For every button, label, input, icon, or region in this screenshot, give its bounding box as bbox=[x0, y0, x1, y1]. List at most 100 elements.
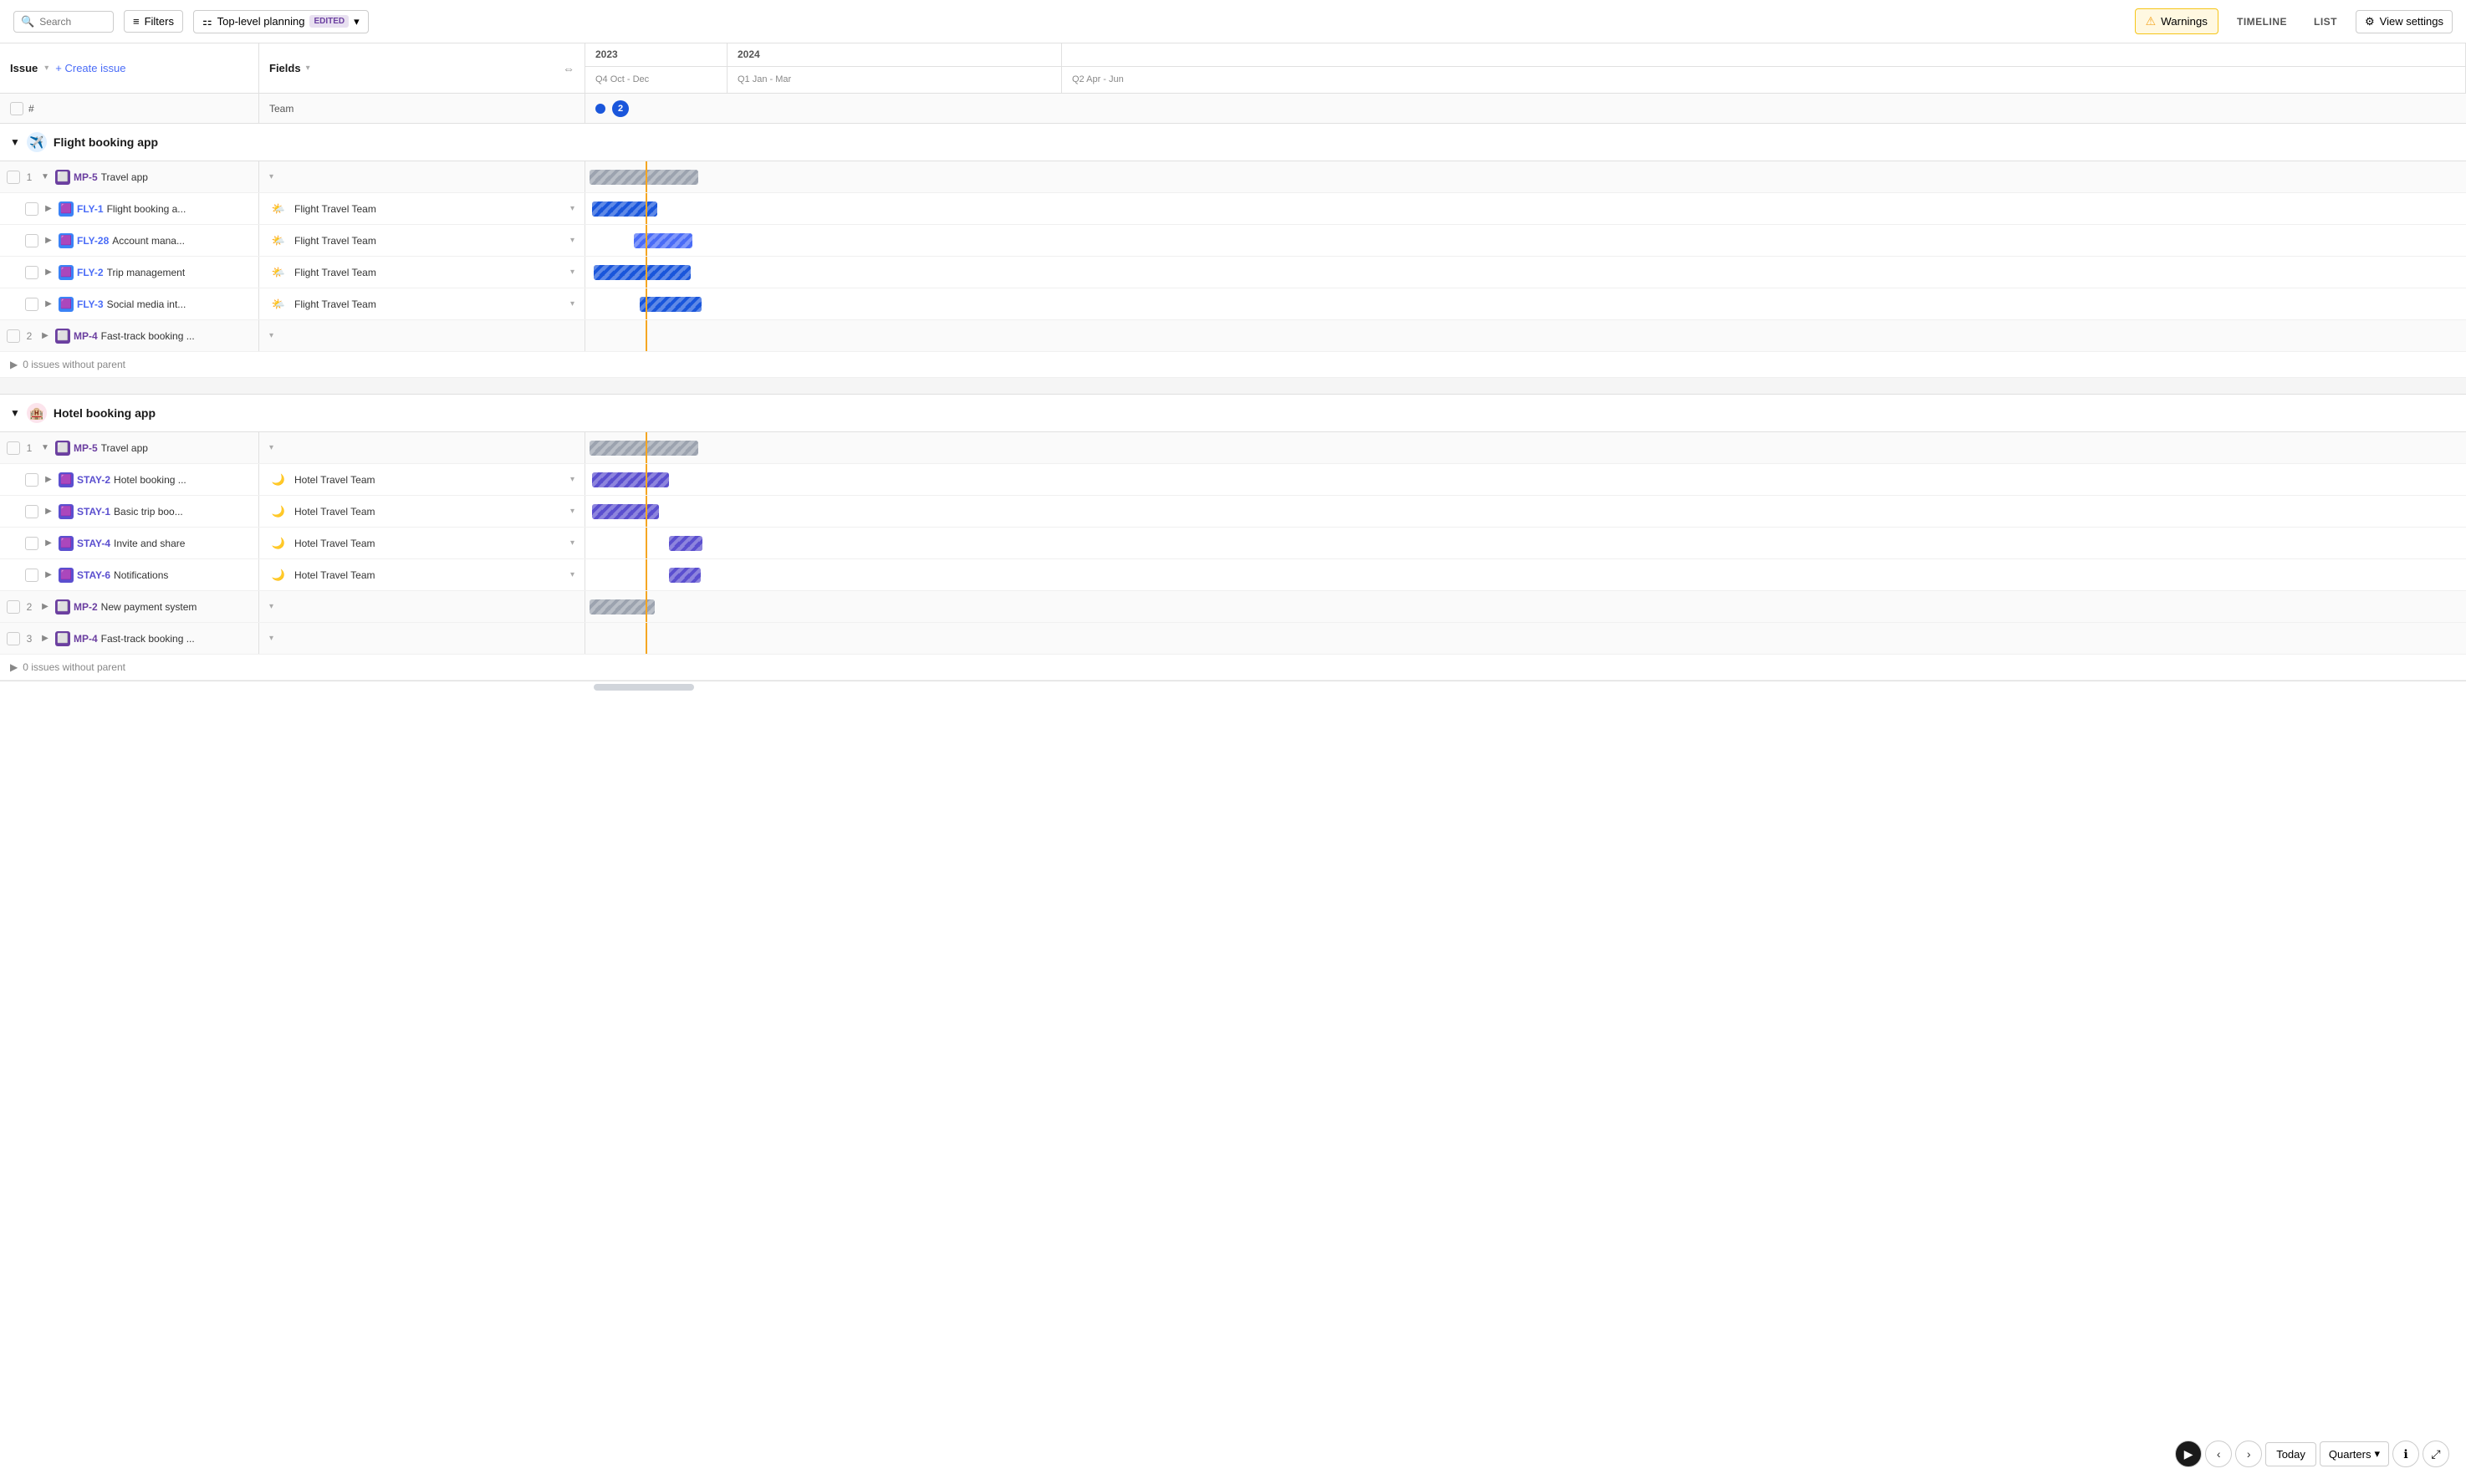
issue-key[interactable]: FLY-28 bbox=[77, 235, 109, 247]
timeline-cell bbox=[585, 432, 2466, 463]
gantt-bar[interactable] bbox=[634, 233, 692, 248]
dropdown-icon[interactable]: ▾ bbox=[570, 204, 574, 213]
expand-icon[interactable]: ▶ bbox=[42, 569, 55, 582]
gantt-bar[interactable] bbox=[592, 201, 657, 217]
dropdown-icon[interactable]: ▾ bbox=[570, 299, 574, 309]
search-input[interactable] bbox=[39, 16, 106, 28]
dropdown-icon[interactable]: ▾ bbox=[570, 507, 574, 516]
expand-icon[interactable]: ▼ bbox=[38, 441, 52, 455]
gantt-bar[interactable] bbox=[590, 599, 655, 615]
row-checkbox[interactable] bbox=[7, 600, 20, 614]
row-checkbox[interactable] bbox=[25, 202, 38, 216]
search-box[interactable]: 🔍 bbox=[13, 11, 114, 33]
expand-icon[interactable]: ▶ bbox=[38, 600, 52, 614]
no-parent-row[interactable]: ▶ 0 issues without parent bbox=[0, 352, 2466, 378]
table-row: ▶ 🟪 STAY-4 Invite and share 🌙 Hotel Trav… bbox=[0, 528, 2466, 559]
issue-key[interactable]: FLY-3 bbox=[77, 298, 104, 310]
create-issue-button[interactable]: + Create issue bbox=[55, 62, 125, 74]
gantt-bar[interactable] bbox=[590, 170, 698, 185]
dropdown-icon[interactable]: ▾ bbox=[570, 268, 574, 277]
row-checkbox[interactable] bbox=[25, 234, 38, 247]
row-checkbox[interactable] bbox=[25, 473, 38, 487]
nav-prev-prev-button[interactable]: ▶ bbox=[2175, 1441, 2202, 1467]
collapse-icon[interactable]: ▼ bbox=[10, 136, 20, 148]
no-parent-row[interactable]: ▶ 0 issues without parent bbox=[0, 655, 2466, 681]
row-number: 2 bbox=[23, 601, 35, 613]
issue-key[interactable]: FLY-1 bbox=[77, 203, 104, 215]
tab-timeline[interactable]: TIMELINE bbox=[2229, 11, 2295, 33]
expand-icon[interactable]: ▶ bbox=[42, 473, 55, 487]
row-checkbox[interactable] bbox=[25, 569, 38, 582]
dropdown-icon[interactable]: ▾ bbox=[269, 443, 273, 452]
expand-icon[interactable]: ▶ bbox=[42, 202, 55, 216]
expand-icon[interactable]: ▶ bbox=[42, 537, 55, 550]
dropdown-icon[interactable]: ▾ bbox=[570, 538, 574, 548]
dropdown-icon[interactable]: ▾ bbox=[269, 634, 273, 643]
issue-key[interactable]: STAY-4 bbox=[77, 538, 110, 549]
warnings-button[interactable]: ⚠ Warnings bbox=[2135, 8, 2218, 34]
dropdown-icon[interactable]: ▾ bbox=[269, 602, 273, 611]
expand-icon[interactable]: ▶ bbox=[38, 329, 52, 343]
issue-key[interactable]: MP-2 bbox=[74, 601, 98, 613]
issue-key[interactable]: MP-4 bbox=[74, 330, 98, 342]
group-flight-booking[interactable]: ▼ ✈️ Flight booking app bbox=[0, 124, 2466, 161]
info-button[interactable]: ℹ bbox=[2392, 1441, 2419, 1467]
issue-cell: ▶ 🟪 FLY-2 Trip management bbox=[0, 257, 259, 288]
quarters-button[interactable]: Quarters ▾ bbox=[2320, 1441, 2389, 1466]
expand-icon[interactable]: ▶ bbox=[42, 505, 55, 518]
group-hotel-booking[interactable]: ▼ 🏨 Hotel booking app bbox=[0, 395, 2466, 432]
resize-icon[interactable]: ⇔ bbox=[563, 62, 574, 75]
issue-key[interactable]: STAY-6 bbox=[77, 569, 110, 581]
dropdown-icon[interactable]: ▾ bbox=[570, 570, 574, 579]
subheader-timeline: 2 bbox=[585, 94, 2466, 123]
issue-key[interactable]: FLY-2 bbox=[77, 267, 104, 278]
row-checkbox[interactable] bbox=[7, 329, 20, 343]
gantt-bar[interactable] bbox=[669, 568, 701, 583]
expand-icon[interactable]: ▶ bbox=[42, 298, 55, 311]
gantt-bar[interactable] bbox=[592, 472, 669, 487]
gantt-bar[interactable] bbox=[669, 536, 702, 551]
nav-next-button[interactable]: › bbox=[2235, 1441, 2262, 1467]
row-checkbox[interactable] bbox=[7, 632, 20, 645]
row-checkbox[interactable] bbox=[25, 266, 38, 279]
issue-key[interactable]: MP-5 bbox=[74, 171, 98, 183]
table-row: 1 ▼ ⬜ MP-5 Travel app ▾ bbox=[0, 432, 2466, 464]
expand-icon[interactable]: ▶ bbox=[42, 266, 55, 279]
row-checkbox[interactable] bbox=[25, 537, 38, 550]
dropdown-icon[interactable]: ▾ bbox=[269, 172, 273, 181]
timeline-cell bbox=[585, 193, 2466, 224]
dropdown-icon[interactable]: ▾ bbox=[570, 236, 574, 245]
nav-prev-button[interactable]: ‹ bbox=[2205, 1441, 2232, 1467]
issue-key[interactable]: MP-5 bbox=[74, 442, 98, 454]
row-checkbox[interactable] bbox=[25, 505, 38, 518]
expand-icon[interactable]: ▼ bbox=[38, 171, 52, 184]
issue-title: Invite and share bbox=[114, 538, 185, 549]
expand-icon[interactable]: ▶ bbox=[42, 234, 55, 247]
filters-button[interactable]: ≡ Filters bbox=[124, 10, 183, 33]
dropdown-icon[interactable]: ▾ bbox=[269, 331, 273, 340]
issue-cell: ▶ 🟪 STAY-1 Basic trip boo... bbox=[0, 496, 259, 527]
today-button[interactable]: Today bbox=[2265, 1442, 2316, 1466]
row-checkbox[interactable] bbox=[25, 298, 38, 311]
tab-list[interactable]: LIST bbox=[2305, 11, 2346, 33]
gantt-area bbox=[585, 193, 2466, 224]
search-icon: 🔍 bbox=[21, 15, 34, 28]
collapse-icon[interactable]: ▼ bbox=[10, 407, 20, 419]
gantt-bar[interactable] bbox=[592, 504, 659, 519]
issue-key[interactable]: STAY-1 bbox=[77, 506, 110, 518]
dropdown-icon[interactable]: ▾ bbox=[570, 475, 574, 484]
gantt-bar[interactable] bbox=[594, 265, 691, 280]
gantt-bar[interactable] bbox=[640, 297, 702, 312]
expand-all-button[interactable]: ⤢ bbox=[2423, 1441, 2449, 1467]
gantt-bar[interactable] bbox=[590, 441, 698, 456]
epic-icon: ⬜ bbox=[55, 441, 70, 456]
select-all-checkbox[interactable] bbox=[10, 102, 23, 115]
issue-key[interactable]: STAY-2 bbox=[77, 474, 110, 486]
expand-icon[interactable]: ▶ bbox=[38, 632, 52, 645]
planning-button[interactable]: ⚏ Top-level planning EDITED ▾ bbox=[193, 10, 369, 33]
issue-key[interactable]: MP-4 bbox=[74, 633, 98, 645]
view-settings-button[interactable]: ⚙ View settings bbox=[2356, 10, 2453, 33]
row-checkbox[interactable] bbox=[7, 171, 20, 184]
expand-icon: ▶ bbox=[10, 359, 18, 370]
row-checkbox[interactable] bbox=[7, 441, 20, 455]
